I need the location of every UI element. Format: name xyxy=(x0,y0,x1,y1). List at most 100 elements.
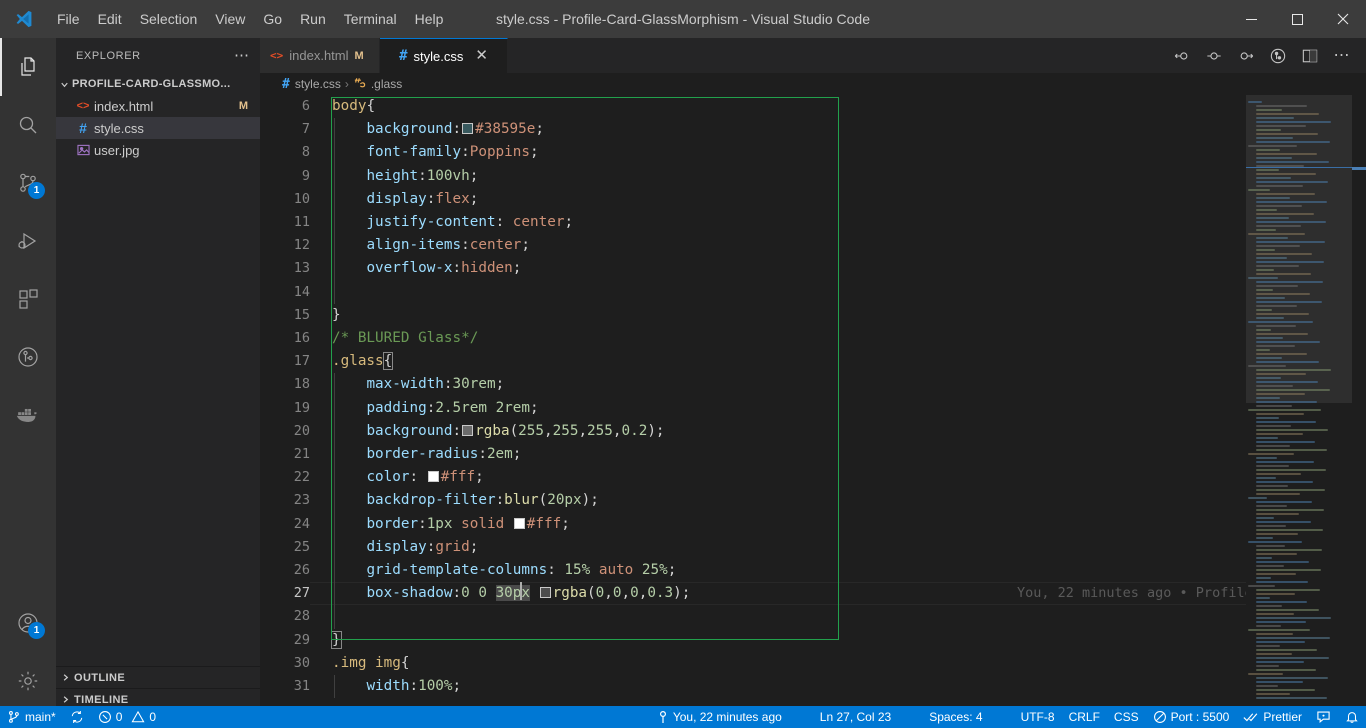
code-line[interactable]: 22 color: #fff; xyxy=(260,466,1366,490)
tab-style-css[interactable]: # style.css ✕ xyxy=(380,38,508,73)
code-line[interactable]: 25 display:grid; xyxy=(260,535,1366,559)
menu-item-help[interactable]: Help xyxy=(406,7,453,31)
code-line-text[interactable]: grid-template-columns: 15% auto 25%; xyxy=(332,559,676,582)
code-line[interactable]: 9 height:100vh; xyxy=(260,164,1366,188)
code-line[interactable]: 29} xyxy=(260,629,1366,652)
gitlens-open-revision-button[interactable] xyxy=(1200,42,1228,70)
code-line[interactable]: 6 body{ xyxy=(260,95,1366,118)
code-lines[interactable]: 6 body{7 background: #38595e; 8 font-family… xyxy=(260,95,1366,710)
status-indentation[interactable]: Spaces: 4 xyxy=(922,706,989,728)
code-line[interactable]: 12 align-items:center; xyxy=(260,234,1366,258)
gitlens-previous-change-button[interactable] xyxy=(1168,42,1196,70)
code-line-text[interactable]: display:flex; xyxy=(332,188,478,211)
code-line-text[interactable]: justify-content: center; xyxy=(332,211,573,234)
status-prettier[interactable]: Prettier xyxy=(1236,706,1309,728)
activity-item-accounts[interactable]: 1 xyxy=(0,594,56,652)
code-line[interactable]: 21 border-radius:2em; xyxy=(260,443,1366,467)
menu-item-go[interactable]: Go xyxy=(254,7,291,31)
status-branch[interactable]: main* xyxy=(0,706,63,728)
code-line-text[interactable]: color: #fff; xyxy=(332,466,483,489)
editor-toolbar[interactable]: ⋯ xyxy=(1168,38,1366,73)
code-line-text[interactable]: overflow-x:hidden; xyxy=(332,257,521,280)
split-editor-button[interactable] xyxy=(1296,42,1324,70)
code-line[interactable]: 17 .glass{ xyxy=(260,350,1366,373)
file-tree[interactable]: PROFILE-CARD-GLASSMO... <> index.html M … xyxy=(56,73,260,666)
gitlens-next-change-button[interactable] xyxy=(1232,42,1260,70)
status-eol[interactable]: CRLF xyxy=(1062,706,1107,728)
menu-item-edit[interactable]: Edit xyxy=(89,7,131,31)
status-language-mode[interactable]: CSS xyxy=(1107,706,1146,728)
tree-root-folder[interactable]: PROFILE-CARD-GLASSMO... xyxy=(56,73,260,95)
panel-outline[interactable]: OUTLINE xyxy=(56,666,260,688)
activity-item-gitlens[interactable] xyxy=(0,328,56,386)
code-line[interactable]: 28 xyxy=(260,605,1366,629)
code-line-text[interactable]: font-family:Poppins; xyxy=(332,141,538,164)
file-item-style-css[interactable]: # style.css xyxy=(56,117,260,139)
code-line-text[interactable]: background: rgba(255,255,255,0.2); xyxy=(332,420,664,443)
more-editor-actions-button[interactable]: ⋯ xyxy=(1328,42,1356,70)
code-line[interactable]: 13 overflow-x:hidden; xyxy=(260,257,1366,281)
code-line-text[interactable]: body{ xyxy=(332,95,375,118)
activity-item-explorer[interactable] xyxy=(0,38,56,96)
breadcrumb-symbol[interactable]: .glass xyxy=(353,76,402,92)
code-line[interactable]: 31 width:100%; xyxy=(260,675,1366,699)
menu-item-file[interactable]: File xyxy=(48,7,89,31)
activity-item-docker[interactable] xyxy=(0,386,56,444)
close-button[interactable] xyxy=(1320,0,1366,38)
status-cursor-position[interactable]: Ln 27, Col 23 xyxy=(813,706,898,728)
status-sync[interactable] xyxy=(63,706,91,728)
status-live-server[interactable]: Port : 5500 xyxy=(1146,706,1237,728)
code-line-text[interactable]: padding:2.5rem 2rem; xyxy=(332,397,538,420)
code-line[interactable]: 8 font-family:Poppins; xyxy=(260,141,1366,165)
overview-ruler[interactable] xyxy=(1352,95,1366,710)
code-line-text[interactable]: border:1px solid #fff; xyxy=(332,513,569,536)
code-line-text[interactable]: max-width:30rem; xyxy=(332,373,504,396)
menu-item-selection[interactable]: Selection xyxy=(131,7,207,31)
menu-item-run[interactable]: Run xyxy=(291,7,335,31)
code-line[interactable]: 11 justify-content: center; xyxy=(260,211,1366,235)
code-line-text[interactable]: /* BLURED Glass*/ xyxy=(332,327,478,350)
code-line[interactable]: 15} xyxy=(260,304,1366,327)
activity-item-settings[interactable] xyxy=(0,652,56,710)
code-line[interactable]: 24 border:1px solid #fff; xyxy=(260,512,1366,536)
code-line-text[interactable]: border-radius:2em; xyxy=(332,443,521,466)
tab-close-icon[interactable]: ✕ xyxy=(475,48,488,63)
activity-item-source-control[interactable]: 1 xyxy=(0,154,56,212)
code-line-text[interactable]: box-shadow:0 0 30px rgba(0,0,0,0.3); xyxy=(332,582,690,605)
window-controls[interactable] xyxy=(1228,0,1366,38)
file-item-index-html[interactable]: <> index.html M xyxy=(56,95,260,117)
menu-item-view[interactable]: View xyxy=(206,7,254,31)
maximize-button[interactable] xyxy=(1274,0,1320,38)
minimize-button[interactable] xyxy=(1228,0,1274,38)
sidebar-more-actions-icon[interactable]: ⋯ xyxy=(234,48,250,63)
editor-tabs[interactable]: <> index.html M # style.css ✕ ⋯ xyxy=(260,38,1366,73)
activity-item-search[interactable] xyxy=(0,96,56,154)
tab-index-html[interactable]: <> index.html M xyxy=(260,38,380,73)
breadcrumb[interactable]: # style.css › .glass xyxy=(260,73,1366,95)
code-line-text[interactable]: .glass{ xyxy=(332,350,394,373)
code-line-text[interactable]: display:grid; xyxy=(332,536,478,559)
activity-item-run-and-debug[interactable] xyxy=(0,212,56,270)
status-notifications[interactable] xyxy=(1338,706,1366,728)
code-line-text[interactable]: } xyxy=(331,629,342,652)
code-line-text[interactable]: .img img{ xyxy=(332,652,409,675)
code-line-text[interactable]: } xyxy=(332,304,341,327)
minimap[interactable] xyxy=(1246,95,1352,710)
status-blame[interactable]: You, 22 minutes ago xyxy=(650,706,789,728)
code-line[interactable]: 18 max-width:30rem; xyxy=(260,373,1366,397)
code-line[interactable]: 7 background: #38595e; xyxy=(260,118,1366,142)
code-line-text[interactable]: width:100%; xyxy=(332,675,461,698)
menu-item-terminal[interactable]: Terminal xyxy=(335,7,406,31)
code-line[interactable]: 23 backdrop-filter:blur(20px); xyxy=(260,489,1366,513)
code-line-text[interactable]: align-items:center; xyxy=(332,234,530,257)
code-line[interactable]: 14 xyxy=(260,280,1366,304)
gitlens-toggle-blame-button[interactable] xyxy=(1264,42,1292,70)
status-feedback[interactable] xyxy=(1309,706,1338,728)
code-line-text[interactable]: background: #38595e; xyxy=(332,118,544,141)
activity-item-extensions[interactable] xyxy=(0,270,56,328)
status-encoding[interactable]: UTF-8 xyxy=(1014,706,1062,728)
code-line[interactable]: 10 display:flex; xyxy=(260,187,1366,211)
code-line[interactable]: 16 /* BLURED Glass*/ xyxy=(260,327,1366,350)
code-line[interactable]: 20 background: rgba(255,255,255,0.2); xyxy=(260,419,1366,443)
code-line[interactable]: 19 padding:2.5rem 2rem; xyxy=(260,396,1366,420)
